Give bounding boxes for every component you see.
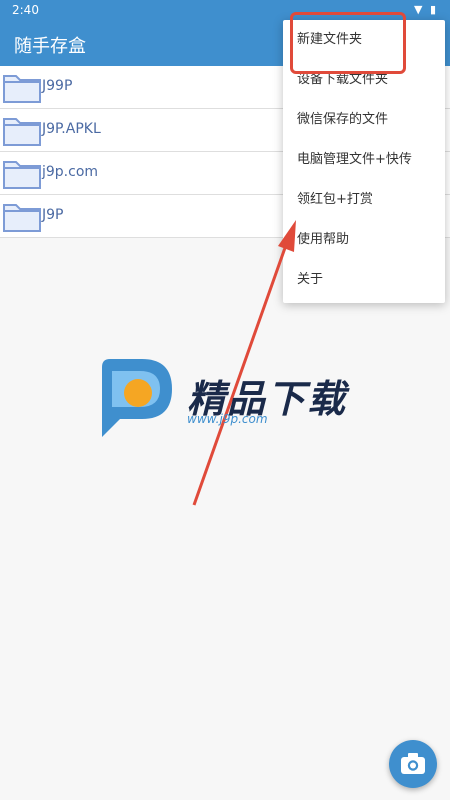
- app-title: 随手存盒: [14, 36, 86, 57]
- menu-item-help[interactable]: 使用帮助: [283, 220, 445, 260]
- status-icons: ▼ ▮: [414, 3, 438, 16]
- file-name: j9p.com: [42, 164, 99, 180]
- menu-item-about[interactable]: 关于: [283, 260, 445, 300]
- folder-icon: [3, 204, 41, 232]
- battery-icon: ▮: [429, 3, 438, 16]
- folder-icon: [3, 75, 41, 103]
- file-name: J9P: [42, 207, 64, 223]
- file-name: J99P: [42, 78, 73, 94]
- wifi-icon: ▼: [413, 3, 425, 16]
- menu-item-pc-manage[interactable]: 电脑管理文件+快传: [283, 140, 445, 180]
- status-time: 2:40: [12, 3, 39, 17]
- watermark-url: www.j9p.com: [187, 412, 268, 426]
- menu-item-wechat-files[interactable]: 微信保存的文件: [283, 100, 445, 140]
- camera-button[interactable]: [389, 740, 437, 788]
- folder-icon: [3, 161, 41, 189]
- menu-item-red-packet[interactable]: 领红包+打赏: [283, 180, 445, 220]
- annotation-highlight-box: [290, 12, 406, 74]
- camera-icon: [401, 753, 425, 774]
- file-name: J9P.APKL: [42, 121, 101, 137]
- folder-icon: [3, 118, 41, 146]
